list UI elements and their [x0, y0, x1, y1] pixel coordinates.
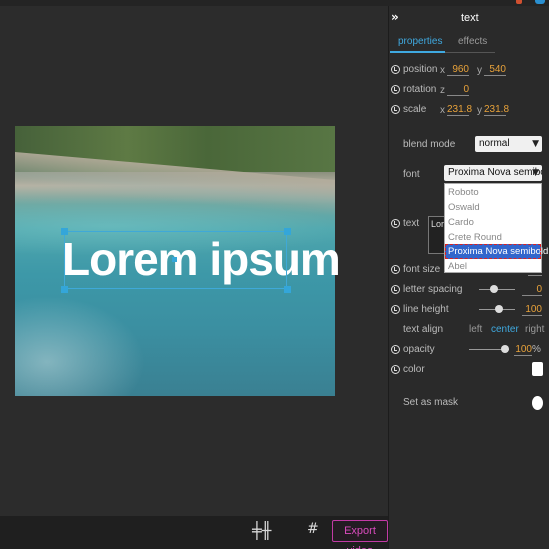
position-x-input[interactable]: 960 [447, 64, 469, 76]
set-as-mask-toggle[interactable] [532, 396, 543, 410]
resize-handle-top-left[interactable] [61, 228, 68, 235]
align-left-option[interactable]: left [469, 324, 482, 335]
window-control-red[interactable] [516, 0, 522, 4]
keyframe-clock-icon[interactable] [391, 65, 400, 74]
keyframe-clock-icon[interactable] [391, 285, 400, 294]
grid-icon[interactable]: # [307, 521, 319, 537]
blend-mode-value: normal [479, 138, 510, 149]
keyframe-clock-icon[interactable] [391, 265, 400, 274]
resize-handle-bottom-left[interactable] [61, 286, 68, 293]
position-y-axis: y [477, 65, 482, 76]
line-height-label: line height [403, 304, 449, 315]
scale-label: scale [403, 104, 427, 115]
font-dropdown-list: Roboto Oswald Cardo Crete Round Proxima … [444, 183, 548, 274]
font-option-cardo[interactable]: Cardo [445, 215, 541, 230]
text-label: text [403, 218, 420, 229]
scale-x-axis: x [440, 105, 445, 116]
rotation-z-axis: z [440, 85, 445, 96]
keyframe-clock-icon[interactable] [391, 305, 400, 314]
set-as-mask-label: Set as mask [403, 397, 459, 408]
tab-properties[interactable]: properties [398, 36, 442, 47]
resize-handle-bottom-right[interactable] [284, 286, 291, 293]
blend-mode-label: blend mode [403, 139, 456, 150]
tab-active-indicator [390, 51, 445, 53]
position-label: position [403, 64, 438, 75]
opacity-unit: % [532, 344, 541, 355]
keyframe-clock-icon[interactable] [391, 345, 400, 354]
position-x-axis: x [440, 65, 445, 76]
tab-effects[interactable]: effects [458, 36, 487, 47]
opacity-slider-knob[interactable] [501, 345, 509, 353]
align-center-option[interactable]: center [491, 324, 519, 335]
scale-y-axis: y [477, 105, 482, 116]
align-icon[interactable]: ╪╫ [252, 521, 271, 540]
blend-mode-select[interactable]: normal ▼ [475, 136, 542, 152]
keyframe-clock-icon[interactable] [391, 105, 400, 114]
letter-spacing-label: letter spacing [403, 284, 463, 295]
panel-title: text [461, 12, 479, 24]
font-size-label: font size [403, 264, 441, 275]
font-option-crete-round[interactable]: Crete Round [445, 230, 541, 245]
opacity-label: opacity [403, 344, 435, 355]
font-option-proxima-nova-semibold[interactable]: Proxima Nova semibold [445, 244, 548, 259]
image-sparkle [15, 296, 145, 396]
letter-spacing-slider-knob[interactable] [490, 285, 498, 293]
tab-divider [445, 52, 495, 53]
line-height-slider-knob[interactable] [495, 305, 503, 313]
font-option-abel[interactable]: Abel [445, 259, 541, 274]
rotation-z-input[interactable]: 0 [447, 84, 469, 96]
align-right-option[interactable]: right [525, 324, 544, 335]
chevron-down-icon: ▼ [532, 168, 539, 178]
line-height-input[interactable]: 100 [522, 304, 542, 316]
scale-x-input[interactable]: 231.8 [447, 104, 472, 116]
letter-spacing-input[interactable]: 0 [522, 284, 542, 296]
export-video-button[interactable]: Export video [332, 520, 388, 549]
color-swatch[interactable] [532, 362, 543, 376]
center-handle[interactable] [172, 257, 177, 262]
opacity-input[interactable]: 100 [514, 344, 532, 356]
collapse-panel-icon[interactable]: » [391, 10, 399, 24]
font-select[interactable]: Proxima Nova semibold ▼ [444, 165, 542, 181]
keyframe-clock-icon[interactable] [391, 85, 400, 94]
window-control-blue[interactable] [535, 0, 545, 4]
scale-y-input[interactable]: 231.8 [484, 104, 509, 116]
font-size-input[interactable] [528, 264, 542, 276]
color-label: color [403, 364, 425, 375]
font-label: font [403, 169, 420, 180]
bottom-toolbar [0, 516, 388, 549]
chevron-down-icon: ▼ [532, 139, 539, 149]
keyframe-clock-icon[interactable] [391, 219, 400, 228]
position-y-input[interactable]: 540 [484, 64, 506, 76]
keyframe-clock-icon[interactable] [391, 365, 400, 374]
text-align-label: text align [403, 324, 444, 335]
font-option-roboto[interactable]: Roboto [445, 185, 541, 200]
font-option-oswald[interactable]: Oswald [445, 200, 541, 215]
resize-handle-top-right[interactable] [284, 228, 291, 235]
font-value: Proxima Nova semibold [448, 167, 542, 178]
rotation-label: rotation [403, 84, 437, 95]
